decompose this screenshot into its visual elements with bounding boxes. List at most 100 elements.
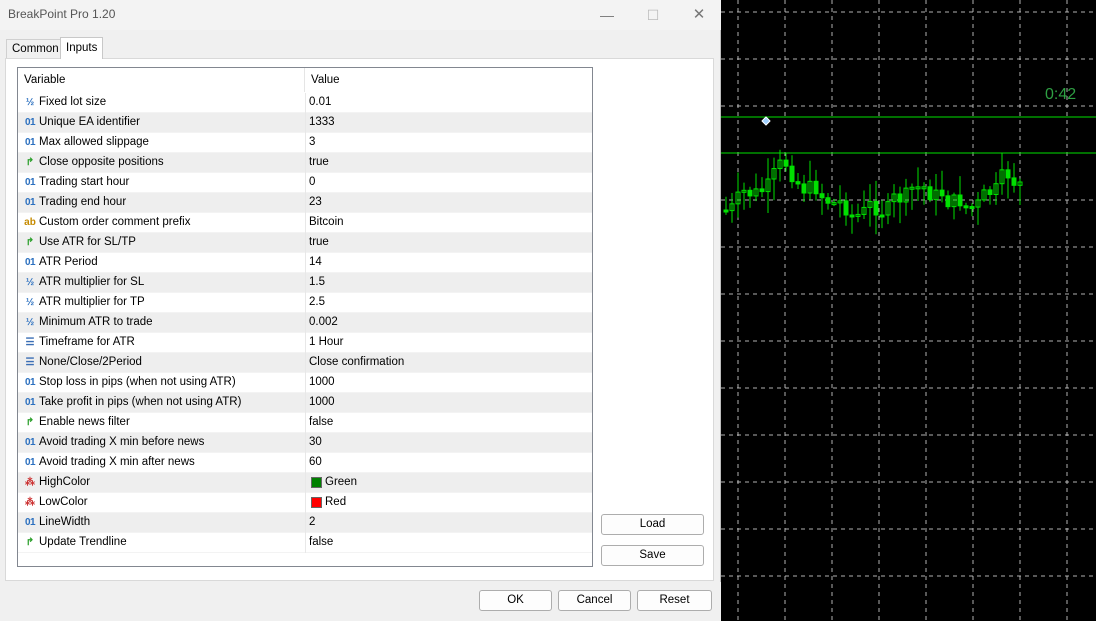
bool-type-icon: ↱ — [25, 537, 35, 548]
value-cell[interactable]: false — [305, 533, 592, 553]
value-cell[interactable]: Red — [305, 493, 592, 513]
candle-body — [873, 200, 879, 216]
variable-cell: 01 Max allowed slippage — [18, 133, 304, 153]
close-icon[interactable]: ✕ — [676, 0, 722, 30]
reset-button[interactable]: Reset — [637, 590, 712, 611]
variable-name: Trading end hour — [39, 196, 127, 208]
value-text: true — [309, 156, 329, 168]
variable-cell: 01 Take profit in pips (when not using AT… — [18, 393, 304, 413]
table-row[interactable]: ↱ Enable news filter false — [18, 413, 592, 433]
ok-button[interactable]: OK — [479, 590, 552, 611]
color-swatch[interactable] — [311, 477, 322, 488]
variable-cell: ↱ Use ATR for SL/TP — [18, 233, 304, 253]
table-row[interactable]: 01 Take profit in pips (when not using AT… — [18, 393, 592, 413]
inputs-grid[interactable]: Variable Value ½ Fixed lot size 0.01 01 Uniq… — [17, 67, 593, 567]
load-button[interactable]: Load — [601, 514, 704, 535]
value-cell[interactable]: 0.01 — [305, 93, 592, 113]
value-cell[interactable]: true — [305, 153, 592, 173]
candle-body — [879, 214, 885, 218]
value-cell[interactable]: true — [305, 233, 592, 253]
value-cell[interactable]: 30 — [305, 433, 592, 453]
value-cell[interactable]: Close confirmation — [305, 353, 592, 373]
table-row[interactable]: 01 ATR Period 14 — [18, 253, 592, 273]
table-row[interactable]: ½ Fixed lot size 0.01 — [18, 93, 592, 113]
candle-body — [945, 195, 951, 208]
table-row[interactable]: 01 Trading end hour 23 — [18, 193, 592, 213]
table-row[interactable]: ⁂ LowColor Red — [18, 493, 592, 513]
table-row[interactable]: 01 Stop loss in pips (when not using ATR)… — [18, 373, 592, 393]
variable-cell: 01 Avoid trading X min before news — [18, 433, 304, 453]
value-cell[interactable]: false — [305, 413, 592, 433]
table-row[interactable]: ↱ Use ATR for SL/TP true — [18, 233, 592, 253]
table-row[interactable]: 01 Unique EA identifier 1333 — [18, 113, 592, 133]
value-cell[interactable]: 2 — [305, 513, 592, 533]
candle-body — [987, 189, 993, 196]
candle-body — [747, 189, 753, 197]
variable-name: LowColor — [39, 496, 88, 508]
value-cell[interactable]: 3 — [305, 133, 592, 153]
table-row[interactable]: ↱ Close opposite positions true — [18, 153, 592, 173]
value-cell[interactable]: 60 — [305, 453, 592, 473]
color-swatch[interactable] — [311, 497, 322, 508]
color-type-icon: ⁂ — [25, 477, 35, 488]
value-cell[interactable]: 23 — [305, 193, 592, 213]
table-row[interactable]: ☰ Timeframe for ATR 1 Hour — [18, 333, 592, 353]
value-text: false — [309, 536, 334, 548]
value-text: 2 — [309, 516, 316, 528]
table-row[interactable]: ½ ATR multiplier for TP 2.5 — [18, 293, 592, 313]
variable-name: ATR multiplier for TP — [39, 296, 145, 308]
value-text: 0.002 — [309, 316, 338, 328]
candle-timer: 0:42 — [1045, 86, 1077, 103]
value-text: 1.5 — [309, 276, 325, 288]
variable-cell: ½ Minimum ATR to trade — [18, 313, 304, 333]
table-row[interactable]: 01 Avoid trading X min before news 30 — [18, 433, 592, 453]
integer-type-icon: 01 — [24, 437, 36, 448]
value-cell[interactable]: Green — [305, 473, 592, 493]
maximize-icon[interactable]: ☐ — [630, 0, 676, 30]
value-cell[interactable]: 1000 — [305, 373, 592, 393]
tab-common[interactable]: Common — [6, 39, 65, 58]
variable-name: Stop loss in pips (when not using ATR) — [39, 376, 236, 388]
cancel-button[interactable]: Cancel — [558, 590, 631, 611]
variable-name: Take profit in pips (when not using ATR) — [39, 396, 242, 408]
variable-cell: 01 Avoid trading X min after news — [18, 453, 304, 473]
minimize-icon[interactable]: — — [584, 0, 630, 30]
variable-cell: ↱ Close opposite positions — [18, 153, 304, 173]
table-row[interactable]: 01 Avoid trading X min after news 60 — [18, 453, 592, 473]
tab-inputs[interactable]: Inputs — [60, 37, 104, 59]
value-cell[interactable]: 2.5 — [305, 293, 592, 313]
value-text: Red — [325, 496, 347, 508]
window-title: BreakPoint Pro 1.20 — [8, 7, 116, 21]
variable-name: Unique EA identifier — [39, 116, 141, 128]
title-bar: BreakPoint Pro 1.20 — ☐ ✕ — [0, 0, 721, 30]
value-cell[interactable]: 0 — [305, 173, 592, 193]
column-header-variable[interactable]: Variable — [24, 74, 65, 86]
table-row[interactable]: ab Custom order comment prefix Bitcoin — [18, 213, 592, 233]
table-row[interactable]: ↱ Update Trendline false — [18, 533, 592, 553]
value-cell[interactable]: 1000 — [305, 393, 592, 413]
table-row[interactable]: ½ Minimum ATR to trade 0.002 — [18, 313, 592, 333]
table-row[interactable]: 01 Max allowed slippage 3 — [18, 133, 592, 153]
value-cell[interactable]: 1 Hour — [305, 333, 592, 353]
table-row[interactable]: 01 LineWidth 2 — [18, 513, 592, 533]
value-cell[interactable]: Bitcoin — [305, 213, 592, 233]
value-cell[interactable]: 1333 — [305, 113, 592, 133]
variable-name: Avoid trading X min after news — [39, 456, 195, 468]
value-text: 1 Hour — [309, 336, 344, 348]
value-cell[interactable]: 14 — [305, 253, 592, 273]
table-row[interactable]: ☰ None/Close/2Period Close confirmation — [18, 353, 592, 373]
value-cell[interactable]: 1.5 — [305, 273, 592, 293]
table-row[interactable]: ½ ATR multiplier for SL 1.5 — [18, 273, 592, 293]
table-row[interactable]: ⁂ HighColor Green — [18, 473, 592, 493]
candle-body — [723, 209, 729, 213]
value-cell[interactable]: 0.002 — [305, 313, 592, 333]
bool-type-icon: ↱ — [25, 157, 35, 168]
value-text: 2.5 — [309, 296, 325, 308]
column-header-value[interactable]: Value — [311, 74, 340, 86]
double-type-icon: ½ — [25, 97, 35, 108]
save-button[interactable]: Save — [601, 545, 704, 566]
variable-name: Timeframe for ATR — [39, 336, 135, 348]
variable-cell: 01 Stop loss in pips (when not using ATR) — [18, 373, 304, 393]
candle-body — [825, 197, 831, 204]
table-row[interactable]: 01 Trading start hour 0 — [18, 173, 592, 193]
